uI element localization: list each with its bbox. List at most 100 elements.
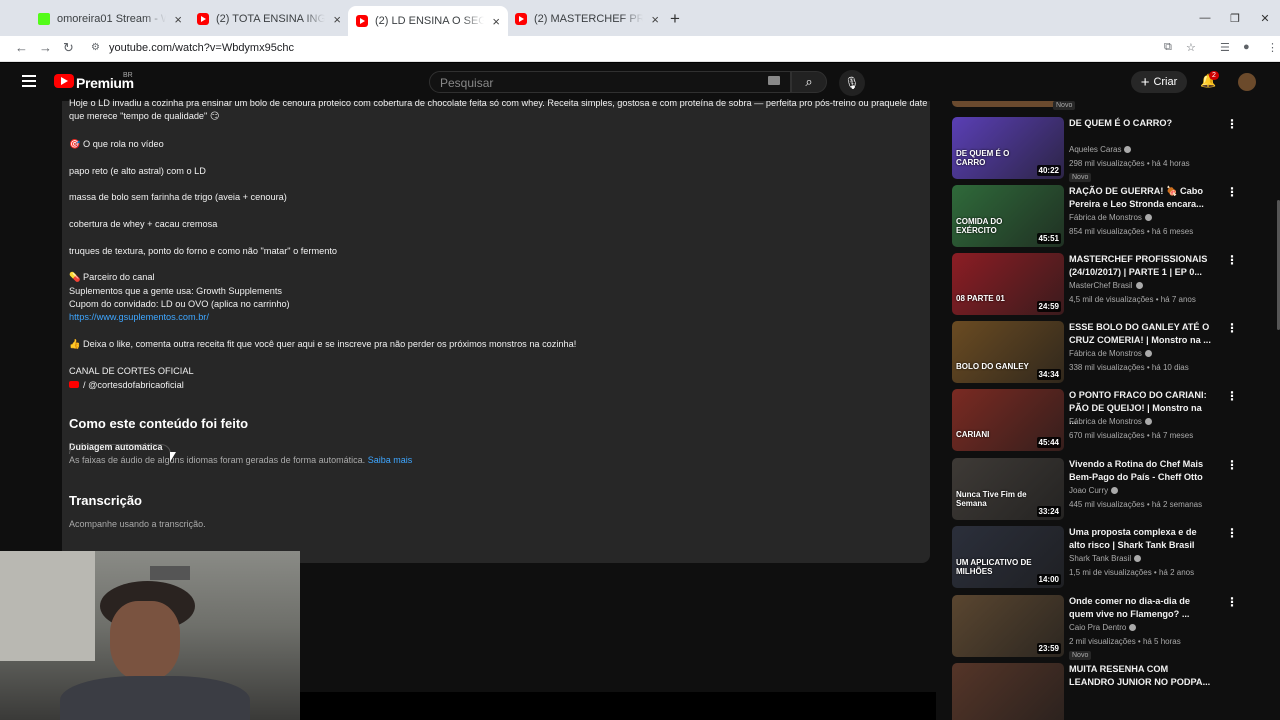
url-field[interactable]: youtube.com/watch?v=Wbdymx95chc (109, 42, 294, 54)
more-options-icon[interactable]: ⋮ (1226, 117, 1238, 131)
verified-check-icon (1124, 146, 1132, 153)
channel-name[interactable]: Fábrica de Monstros (1069, 349, 1152, 358)
more-options-icon[interactable]: ⋮ (1226, 458, 1238, 472)
search-placeholder: Pesquisar (440, 76, 494, 90)
description-item: massa de bolo sem farinha de trigo (avei… (69, 192, 287, 202)
browser-tab[interactable]: (2) TOTA ENSINA INGLÊS PRO L × (189, 6, 349, 32)
video-duration: 45:51 (1036, 233, 1061, 244)
dubbing-description: As faixas de áudio de alguns idiomas for… (69, 455, 366, 465)
close-icon[interactable]: × (174, 12, 182, 27)
menu-dots-icon[interactable]: ⋮ (1267, 41, 1278, 54)
channel-name[interactable]: Fábrica de Monstros (1069, 213, 1152, 222)
more-options-icon[interactable]: ⋮ (1226, 321, 1238, 335)
create-button[interactable]: + Criar (1131, 71, 1187, 93)
install-app-icon[interactable]: ⧉ (1164, 41, 1172, 54)
channel-name-text: Fábrica de Monstros (1069, 213, 1142, 222)
show-transcript-button[interactable] (69, 444, 171, 454)
sidebar-video-item[interactable]: COMIDA DO EXÉRCITO 45:51 RAÇÃO DE GUERRA! … (952, 185, 1272, 249)
sidebar-video-item[interactable]: UM APLICATIVO DE MILHÕES 14:00 Uma propost… (952, 526, 1272, 590)
back-icon[interactable]: ← (15, 40, 28, 55)
channel-name[interactable]: Caio Pra Dentro (1069, 623, 1137, 632)
partner-link[interactable]: https://www.gsuplementos.com.br/ (69, 312, 209, 322)
thumbnail-overlay-text: BOLO DO GANLEY (956, 362, 1029, 371)
youtube-logo-icon[interactable] (54, 74, 74, 88)
maximize-icon[interactable]: ❐ (1220, 0, 1250, 36)
verified-check-icon (1144, 418, 1152, 425)
video-title[interactable]: MASTERCHEF PROFISSIONAIS (24/10/2017) | … (1069, 253, 1211, 279)
minimize-icon[interactable]: — (1190, 0, 1220, 36)
forward-icon[interactable]: → (39, 40, 52, 55)
close-icon[interactable]: × (492, 14, 500, 29)
thumbnail[interactable]: DE QUEM É O CARRO 40:22 (952, 117, 1064, 179)
thumbnail[interactable] (952, 663, 1064, 720)
sidebar-video-item[interactable]: 23:59 Onde comer no dia-a-dia de quem viv… (952, 595, 1272, 660)
window-controls: — ❐ ✕ (1190, 0, 1280, 36)
more-options-icon[interactable]: ⋮ (1226, 526, 1238, 540)
sidebar-video-item[interactable]: BOLO DO GANLEY 34:34 ESSE BOLO DO GANLEY A… (952, 321, 1272, 385)
video-title[interactable]: MUITA RESENHA COM LEANDRO JUNIOR NO PODP… (1069, 663, 1211, 689)
sidebar-video-item[interactable]: 08 PARTE 01 24:59 MASTERCHEF PROFISSIONAIS… (952, 253, 1272, 317)
official-channel-handle[interactable]: / @cortesdofabricaoficial (69, 380, 184, 390)
thumbnail[interactable]: UM APLICATIVO DE MILHÕES 14:00 (952, 526, 1064, 588)
sidebar-video-item[interactable]: MUITA RESENHA COM LEANDRO JUNIOR NO PODP… (952, 663, 1272, 720)
channel-name[interactable]: Aqueles Caras (1069, 145, 1132, 154)
channel-name[interactable]: Fábrica de Monstros (1069, 417, 1152, 426)
more-options-icon[interactable]: ⋮ (1226, 253, 1238, 267)
search-button[interactable]: ⌕ (791, 71, 827, 93)
verified-check-icon (1111, 487, 1119, 494)
more-options-icon[interactable]: ⋮ (1226, 185, 1238, 199)
thumbnail[interactable]: Nunca Tive Fim de Semana 33:24 (952, 458, 1064, 520)
video-title[interactable]: Onde comer no dia-a-dia de quem vive no … (1069, 595, 1211, 621)
video-title[interactable]: DE QUEM É O CARRO? (1069, 117, 1211, 130)
more-options-icon[interactable]: ⋮ (1226, 595, 1238, 609)
video-meta: 1,5 mi de visualizações • há 2 anos (1069, 568, 1195, 577)
site-info-icon[interactable]: ⚙ (91, 42, 100, 53)
close-icon[interactable]: × (333, 12, 341, 27)
profile-icon[interactable]: ● (1243, 41, 1250, 53)
learn-more-link[interactable]: Saiba mais (368, 455, 413, 465)
close-window-icon[interactable]: ✕ (1250, 0, 1280, 36)
media-controls-icon[interactable]: ☰ (1220, 41, 1230, 54)
channel-name-text: Shark Tank Brasil (1069, 554, 1132, 563)
browser-tab[interactable]: (2) MASTERCHEF PROFISSIONA × (507, 6, 667, 32)
dubbing-text: As faixas de áudio de alguns idiomas for… (69, 455, 412, 465)
sidebar-video-item[interactable]: CARIANI 45:44 O PONTO FRACO DO CARIANI: PÃ… (952, 389, 1272, 453)
thumbnail-overlay-text: Nunca Tive Fim de Semana (956, 490, 1027, 508)
video-duration: 40:22 (1036, 165, 1061, 176)
browser-tab-active[interactable]: (2) LD ENSINA O SEGREDO DA × (348, 6, 508, 36)
video-meta: 854 mil visualizações • há 6 meses (1069, 227, 1194, 236)
video-title[interactable]: ESSE BOLO DO GANLEY ATÉ O CRUZ COMERIA! … (1069, 321, 1211, 347)
video-title[interactable]: Vivendo a Rotina do Chef Mais Bem-Pago d… (1069, 458, 1211, 484)
keyboard-icon[interactable] (768, 76, 780, 85)
hamburger-menu-icon[interactable] (22, 75, 36, 90)
bookmark-star-icon[interactable]: ☆ (1186, 41, 1196, 54)
avatar[interactable] (1238, 73, 1256, 91)
thumbnail[interactable] (952, 101, 1064, 107)
browser-tab-strip: omoreira01 Stream - Watch Liv × (2) TOTA… (0, 0, 1280, 36)
reload-icon[interactable]: ↻ (63, 40, 74, 56)
channel-name[interactable]: Joao Curry (1069, 486, 1119, 495)
voice-search-button[interactable]: 🎙 (839, 70, 865, 96)
webcam-overlay (0, 551, 300, 720)
search-input[interactable]: Pesquisar (429, 71, 791, 93)
new-tab-icon[interactable]: + (670, 9, 680, 29)
browser-tab[interactable]: omoreira01 Stream - Watch Liv × (30, 6, 190, 32)
new-badge: Novo (1069, 173, 1092, 182)
youtube-icon (356, 15, 368, 27)
description-item: papo reto (e alto astral) com o LD (69, 166, 206, 176)
sidebar-video-item[interactable]: Nunca Tive Fim de Semana 33:24 Vivendo a R… (952, 458, 1272, 522)
new-badge: Novo (1053, 101, 1076, 110)
video-title[interactable]: Uma proposta complexa e de alto risco | … (1069, 526, 1211, 552)
thumbnail[interactable]: 23:59 (952, 595, 1064, 657)
thumbnail[interactable]: 08 PARTE 01 24:59 (952, 253, 1064, 315)
close-icon[interactable]: × (651, 12, 659, 27)
more-options-icon[interactable]: ⋮ (1226, 389, 1238, 403)
video-title[interactable]: RAÇÃO DE GUERRA! 🍖 Cabo Pereira e Leo St… (1069, 185, 1211, 211)
channel-name[interactable]: Shark Tank Brasil (1069, 554, 1142, 563)
thumbnail[interactable]: CARIANI 45:44 (952, 389, 1064, 451)
channel-name[interactable]: MasterChef Brasil (1069, 281, 1143, 290)
thumbnail[interactable]: COMIDA DO EXÉRCITO 45:51 (952, 185, 1064, 247)
thumbnail[interactable]: BOLO DO GANLEY 34:34 (952, 321, 1064, 383)
sidebar-video-item[interactable]: DE QUEM É O CARRO 40:22 DE QUEM É O CARRO?… (952, 117, 1272, 182)
webcam-person-body (60, 676, 250, 720)
